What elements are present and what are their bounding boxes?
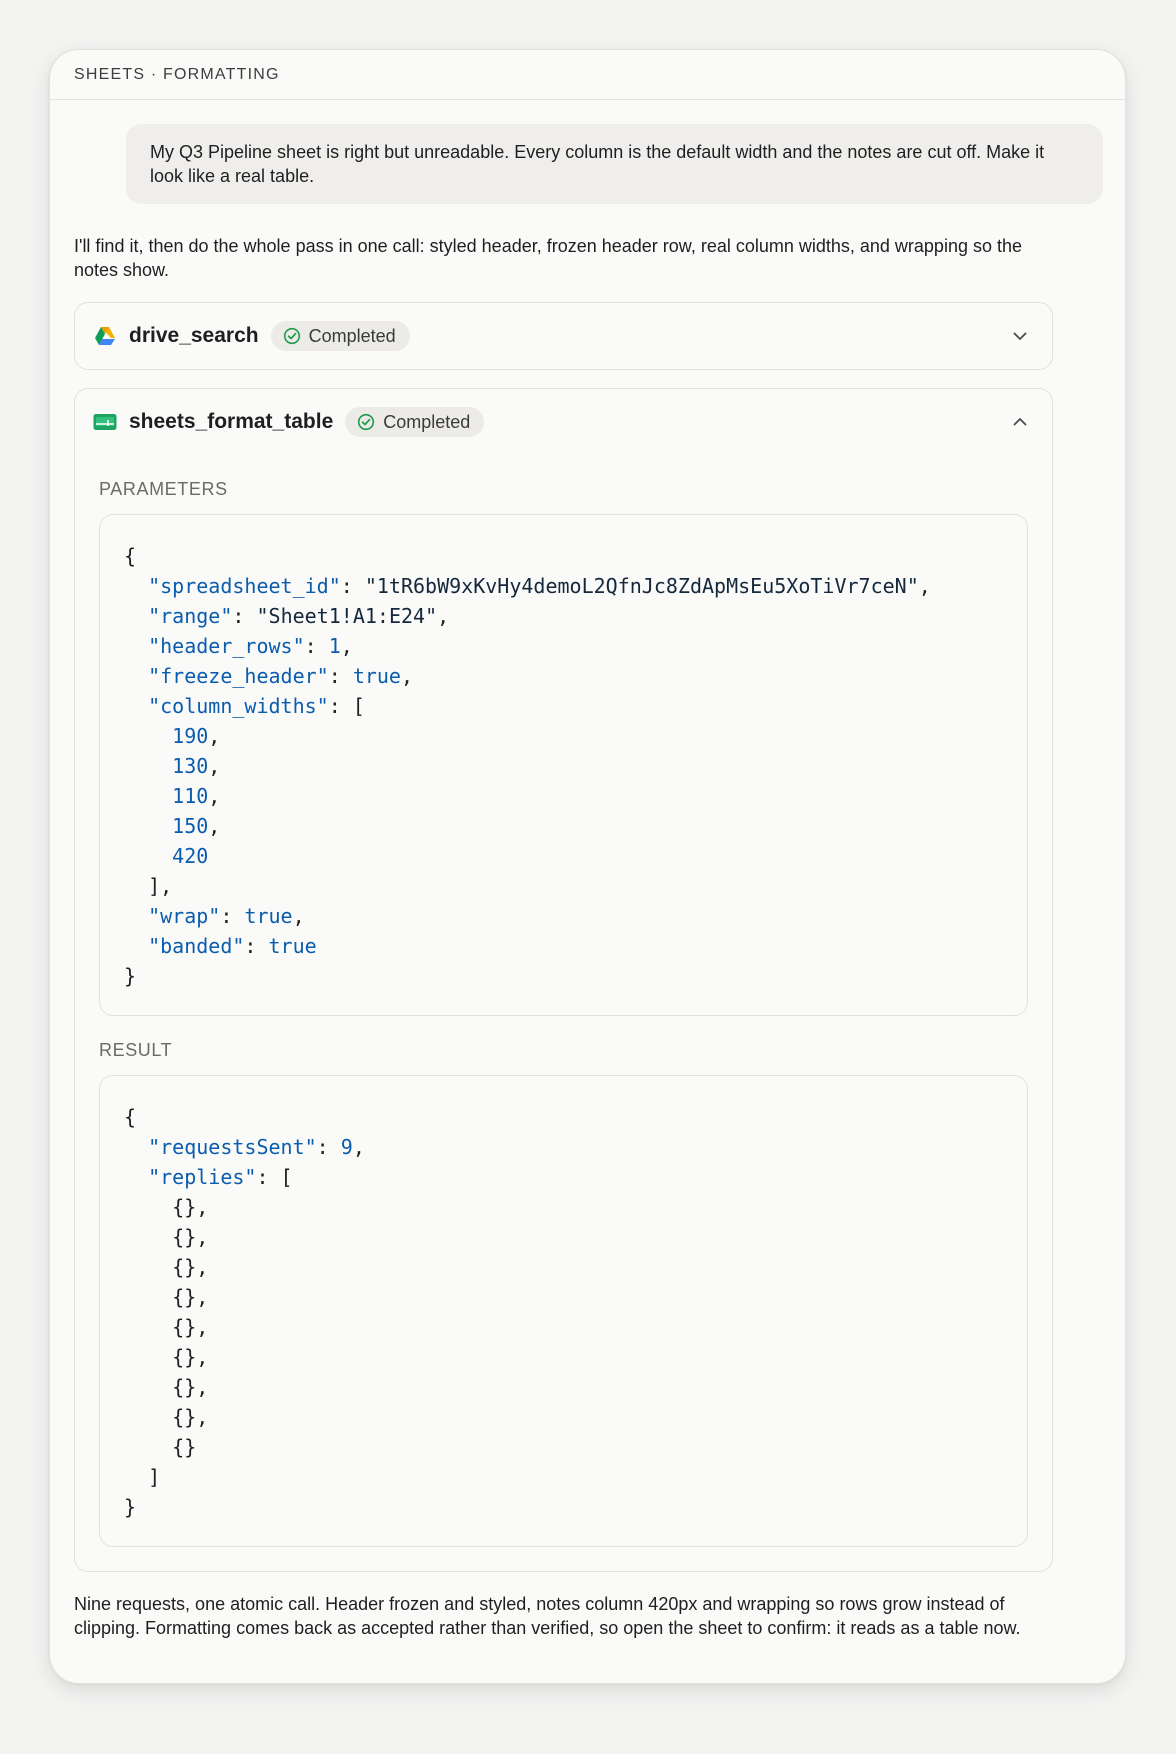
tool-name: drive_search <box>129 324 259 347</box>
result-reply: {} <box>172 1195 197 1219</box>
google-sheets-icon <box>93 410 117 434</box>
status-text: Completed <box>308 325 396 346</box>
param-column-width: 130 <box>172 754 209 778</box>
param-banded: true <box>268 934 317 958</box>
assistant-final: Nine requests, one atomic call. Header f… <box>74 1594 1021 1638</box>
status-text: Completed <box>383 411 471 432</box>
card-header: SHEETS · FORMATTING <box>50 50 1125 100</box>
param-column-width: 110 <box>172 784 209 808</box>
chevron-down-icon[interactable] <box>1006 322 1034 350</box>
card-title: SHEETS · FORMATTING <box>74 65 280 83</box>
param-header-rows: 1 <box>328 634 341 658</box>
assistant-intro: I'll find it, then do the whole pass in … <box>74 236 1022 280</box>
param-range: Sheet1!A1:E24 <box>268 604 426 628</box>
param-column-width: 420 <box>172 844 209 868</box>
chevron-up-icon[interactable] <box>1006 408 1034 436</box>
result-reply: {} <box>172 1285 197 1309</box>
param-wrap: true <box>244 904 293 928</box>
tool-call-drive-search: drive_search Completed <box>74 302 1053 370</box>
result-code-block: { "requestsSent": 9, "replies": [ {}, {}… <box>99 1075 1028 1547</box>
status-badge: Completed <box>270 321 410 351</box>
result-reply: {} <box>172 1375 197 1399</box>
chat-card: SHEETS · FORMATTING My Q3 Pipeline sheet… <box>49 49 1126 1684</box>
check-circle-icon <box>283 327 300 345</box>
param-column-width: 150 <box>172 814 209 838</box>
result-reply: {} <box>172 1225 197 1249</box>
tool-name: sheets_format_table <box>129 410 334 433</box>
result-reply: {} <box>172 1405 197 1429</box>
result-label: RESULT <box>99 1040 173 1060</box>
tool-header-drive-search[interactable]: drive_search Completed <box>75 303 1052 369</box>
tool-header-sheets-format-table[interactable]: sheets_format_table Completed <box>75 389 1052 455</box>
param-freeze-header: true <box>352 664 401 688</box>
result-reply: {} <box>172 1255 197 1279</box>
result-reply: {} <box>172 1315 197 1339</box>
user-message: My Q3 Pipeline sheet is right but unread… <box>126 124 1103 204</box>
tool-details: PARAMETERS { "spreadsheet_id": "1tR6bW9x… <box>75 455 1052 1571</box>
google-drive-icon <box>93 324 117 348</box>
result-reply: {} <box>172 1345 197 1369</box>
parameters-label: PARAMETERS <box>99 479 228 499</box>
check-circle-icon <box>358 413 375 431</box>
status-badge: Completed <box>345 407 485 437</box>
param-column-width: 190 <box>172 724 209 748</box>
parameters-code-block: { "spreadsheet_id": "1tR6bW9xKvHy4demoL2… <box>99 514 1028 1016</box>
result-requests-sent: 9 <box>340 1135 353 1159</box>
conversation: My Q3 Pipeline sheet is right but unread… <box>50 100 1125 1640</box>
result-reply: {} <box>172 1435 197 1459</box>
tool-call-sheets-format-table: sheets_format_table Completed PARAMETERS <box>74 388 1053 1572</box>
param-spreadsheet-id: 1tR6bW9xKvHy4demoL2QfnJc8ZdApMsEu5XoTiVr… <box>376 574 907 598</box>
